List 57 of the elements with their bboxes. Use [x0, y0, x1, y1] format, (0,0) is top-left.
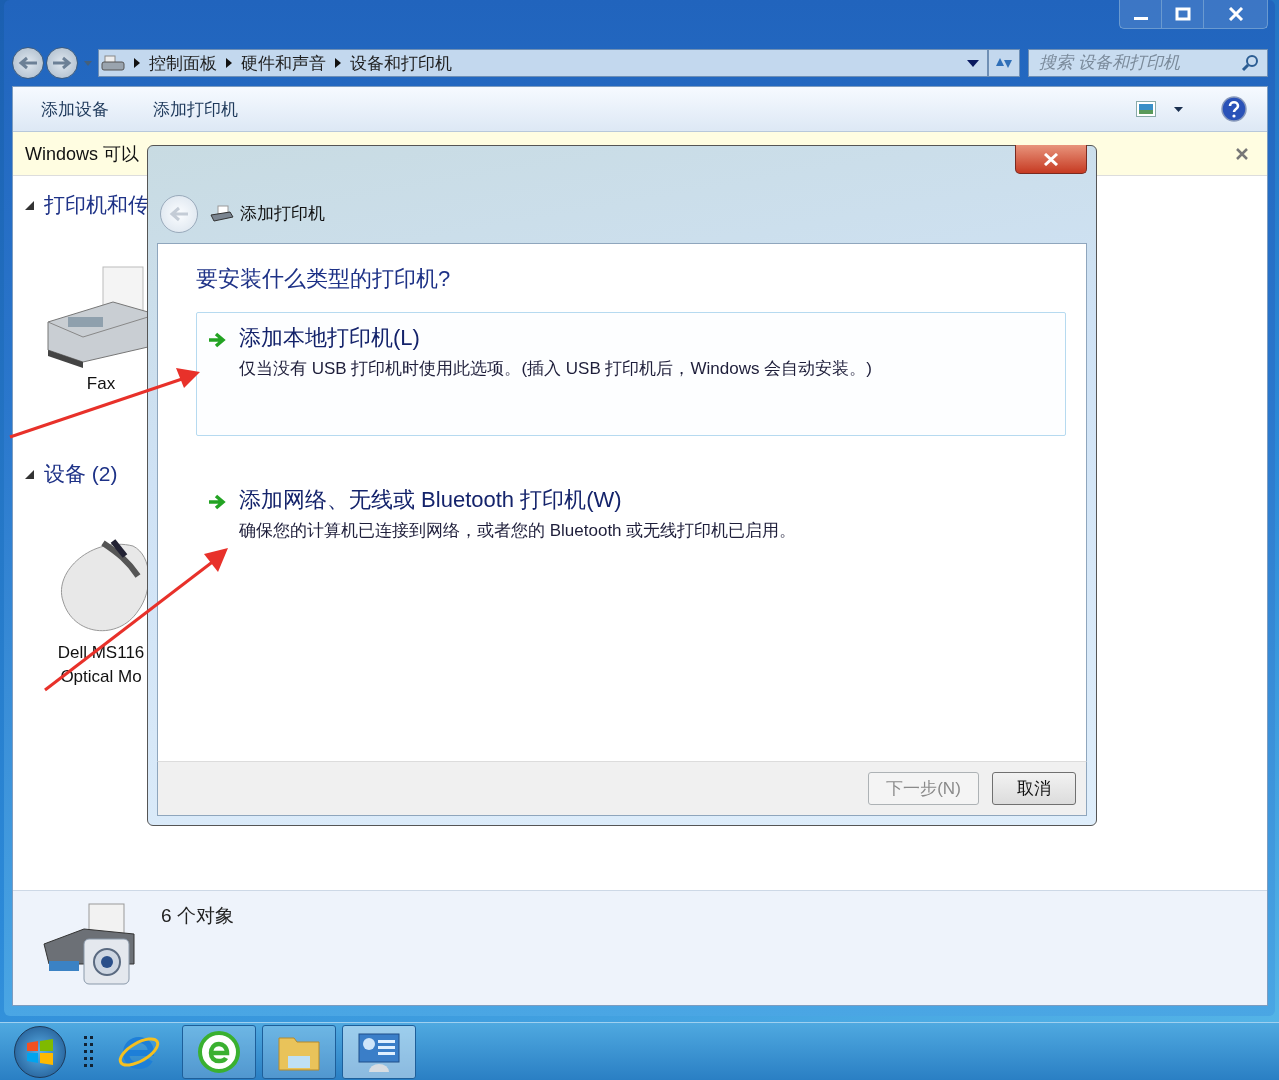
device-label: Fax: [86, 373, 116, 395]
printer-icon: [210, 204, 234, 223]
search-icon: [1241, 54, 1259, 72]
dialog-heading: 要安装什么类型的打印机?: [196, 265, 452, 293]
collapse-triangle-icon[interactable]: [25, 200, 34, 210]
option-title: 添加本地打印机(L): [239, 324, 421, 352]
option-description: 确保您的计算机已连接到网络，或者您的 Bluetooth 或无线打印机已启用。: [239, 520, 797, 542]
view-icon[interactable]: [1136, 101, 1156, 117]
printer-icon: [101, 54, 125, 72]
caret-icon[interactable]: [1174, 106, 1183, 112]
breadcrumb-item[interactable]: 设备和打印机: [350, 51, 452, 75]
close-icon: [1043, 152, 1059, 166]
dialog-title: 添加打印机: [240, 203, 325, 225]
option-link[interactable]: 添加网络、无线或 Bluetooth 打印机(W) 确保您的计算机已连接到网络，或者您的 Bluetooth 或无线打印机已启用。: [196, 474, 1066, 598]
taskbar-button[interactable]: [262, 1024, 336, 1079]
browser-e-icon: [196, 1029, 242, 1074]
device-label: Dell MS116 Optical Mo: [57, 642, 145, 688]
dropdown-caret-icon[interactable]: [967, 59, 979, 67]
start-button[interactable]: [14, 1025, 66, 1078]
close-button[interactable]: [1204, 0, 1267, 28]
maximize-icon: [1174, 7, 1191, 21]
help-icon[interactable]: [1221, 96, 1247, 122]
breadcrumb-item[interactable]: 硬件和声音: [241, 51, 326, 75]
dialog-button[interactable]: 取消: [992, 772, 1076, 805]
back-arrow-icon: [17, 56, 39, 70]
breadcrumb-arrow-icon: [335, 58, 341, 68]
minimize-icon: [1133, 16, 1148, 20]
breadcrumb-arrow-icon: [134, 58, 140, 68]
taskbar-button[interactable]: [182, 1024, 256, 1079]
forward-button[interactable]: [46, 47, 78, 79]
collapse-triangle-icon[interactable]: [25, 469, 34, 479]
option-description: 仅当没有 USB 打印机时使用此选项。(插入 USB 打印机后，Windows 会自动安装。): [239, 358, 872, 380]
maximize-button[interactable]: [1162, 0, 1204, 28]
toolbar-button[interactable]: 添加打印机: [139, 93, 252, 125]
search-field[interactable]: 搜索 设备和打印机: [1028, 49, 1268, 77]
option-arrow-icon: [207, 331, 227, 349]
minimize-button[interactable]: [1120, 0, 1162, 28]
option-arrow-icon: [207, 493, 227, 511]
back-button[interactable]: [12, 47, 44, 79]
forward-arrow-icon: [51, 56, 73, 70]
toolbar-button[interactable]: 添加设备: [27, 93, 123, 125]
item-count: 6 个对象: [161, 904, 234, 928]
group-header[interactable]: 设备 (2): [44, 460, 118, 488]
breadcrumb-item[interactable]: 控制面板: [149, 51, 217, 75]
refresh-button[interactable]: [988, 49, 1020, 77]
close-icon: [1227, 7, 1244, 21]
close-button[interactable]: [1015, 145, 1087, 174]
close-icon[interactable]: [1235, 146, 1249, 161]
back-arrow-icon: [168, 205, 190, 222]
breadcrumb-arrow-icon: [226, 58, 232, 68]
info-bar-text: Windows 可以: [25, 142, 140, 166]
group-header[interactable]: 打印机和传: [44, 191, 149, 219]
windows-logo-icon: [25, 1037, 55, 1066]
taskbar-button[interactable]: [342, 1024, 416, 1079]
option-link[interactable]: 添加本地打印机(L) 仅当没有 USB 打印机时使用此选项。(插入 USB 打印机后，Windows 会自动安装。): [196, 312, 1066, 436]
option-title: 添加网络、无线或 Bluetooth 打印机(W): [239, 486, 623, 514]
address-bar[interactable]: 控制面板 硬件和声音 设备和打印机: [98, 49, 988, 77]
